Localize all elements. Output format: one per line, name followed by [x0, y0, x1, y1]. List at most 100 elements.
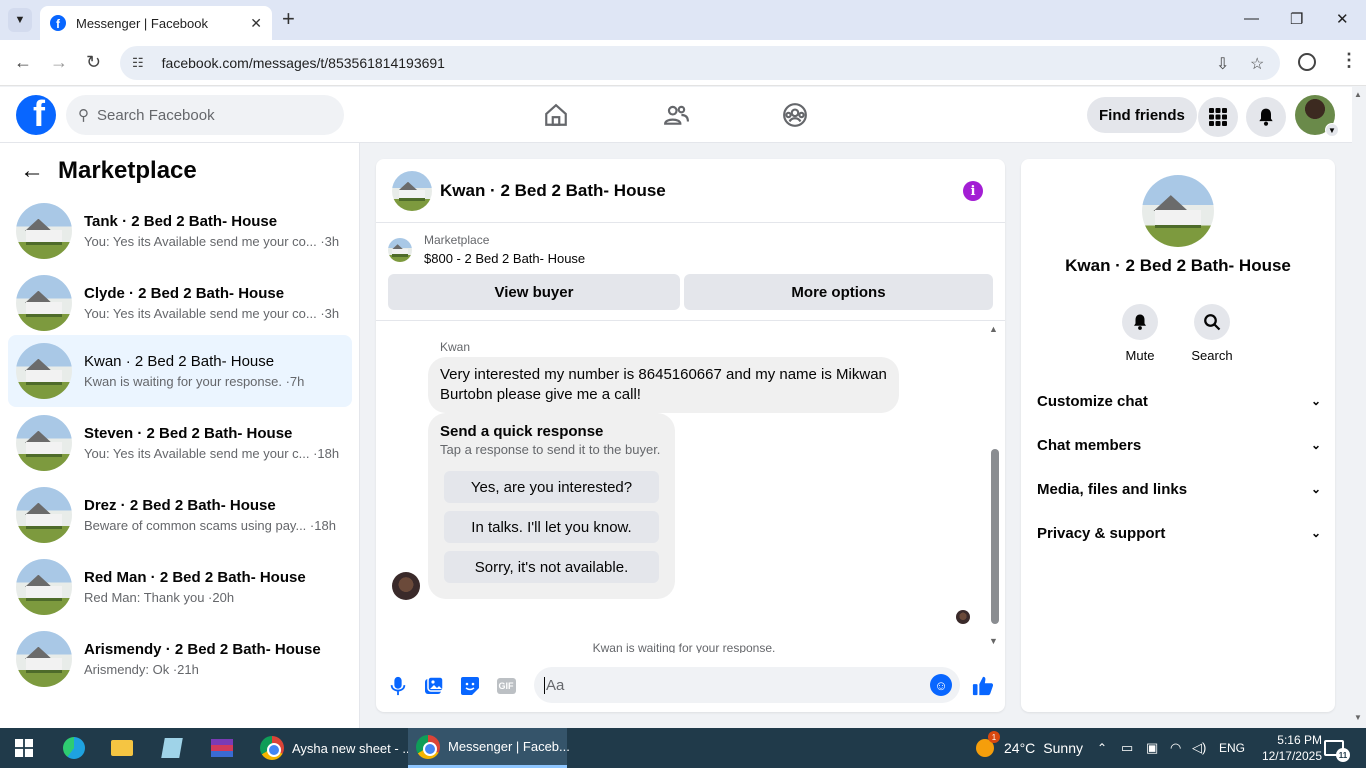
- conversation-item-drez[interactable]: Drez · 2 Bed 2 Bath- House Beware of com…: [8, 479, 352, 551]
- chat-avatar[interactable]: [392, 170, 432, 211]
- tab-close-icon[interactable]: ✕: [250, 15, 262, 32]
- volume-icon[interactable]: ◁): [1192, 728, 1206, 768]
- divider: [376, 320, 1005, 321]
- quick-response-button[interactable]: In talks. I'll let you know.: [444, 511, 659, 543]
- find-friends-button[interactable]: Find friends: [1087, 97, 1197, 133]
- notification-count: 11: [1336, 748, 1350, 762]
- menu-grid-icon[interactable]: [1198, 97, 1238, 137]
- sticker-icon[interactable]: [458, 674, 482, 698]
- taskbar-app-messenger[interactable]: Messenger | Faceb...: [408, 728, 570, 768]
- section-label: Chat members: [1037, 436, 1142, 454]
- quick-response-card: Send a quick response Tap a response to …: [428, 413, 675, 599]
- facebook-logo-icon[interactable]: f: [16, 95, 56, 135]
- winrar-icon[interactable]: [210, 736, 234, 760]
- edge-browser-icon[interactable]: [62, 736, 86, 760]
- chat-title[interactable]: Kwan · 2 Bed 2 Bath- House: [440, 181, 666, 201]
- minimize-icon[interactable]: —: [1244, 10, 1259, 27]
- address-bar-row: ← → ↻ ☷ facebook.com/messages/t/85356181…: [0, 40, 1366, 86]
- forward-icon[interactable]: →: [50, 52, 68, 73]
- listing-thumbnail: [16, 559, 72, 615]
- conversation-item-clyde[interactable]: Clyde · 2 Bed 2 Bath- House You: Yes its…: [8, 267, 352, 339]
- battery-icon[interactable]: ▭: [1121, 728, 1133, 768]
- star-icon[interactable]: ☆: [1250, 54, 1264, 74]
- close-window-icon[interactable]: ✕: [1336, 10, 1349, 28]
- quick-response-button[interactable]: Sorry, it's not available.: [444, 551, 659, 583]
- notepad-icon[interactable]: [160, 736, 184, 760]
- taskbar-app-sheets[interactable]: Aysha new sheet - ...: [252, 728, 413, 768]
- message-input[interactable]: [544, 676, 914, 694]
- url-text[interactable]: facebook.com/messages/t/853561814193691: [162, 55, 445, 71]
- page-scroll-down-icon[interactable]: ▼: [1354, 713, 1362, 722]
- chat-scrollbar[interactable]: [991, 449, 999, 624]
- facebook-search[interactable]: ⚲: [66, 95, 344, 135]
- privacy-support-section[interactable]: Privacy & support ⌄: [1037, 521, 1321, 545]
- conversation-item-red-man[interactable]: Red Man · 2 Bed 2 Bath- House Red Man: T…: [8, 551, 352, 623]
- conversation-name: Tank · 2 Bed 2 Bath- House: [84, 213, 278, 230]
- file-explorer-icon[interactable]: [110, 736, 134, 760]
- browser-tab-strip: ▼ f Messenger | Facebook ✕ + — ❐ ✕: [0, 0, 1366, 40]
- gif-icon[interactable]: GIF: [494, 674, 518, 698]
- wifi-icon[interactable]: ◠: [1170, 728, 1181, 768]
- quick-response-button[interactable]: Yes, are you interested?: [444, 471, 659, 503]
- media-files-links-section[interactable]: Media, files and links ⌄: [1037, 477, 1321, 501]
- conversation-preview: You: Yes its Available send me your co..…: [84, 306, 340, 321]
- chat-scroll-up-icon[interactable]: ▲: [989, 324, 998, 334]
- gif-label: GIF: [496, 678, 516, 694]
- conversation-item-kwan[interactable]: Kwan · 2 Bed 2 Bath- House Kwan is waiti…: [8, 335, 352, 407]
- view-buyer-button[interactable]: View buyer: [388, 274, 680, 310]
- account-avatar[interactable]: ▼: [1295, 95, 1339, 137]
- customize-chat-section[interactable]: Customize chat ⌄: [1037, 389, 1321, 413]
- device-icon[interactable]: ▣: [1146, 728, 1158, 768]
- more-options-button[interactable]: More options: [684, 274, 993, 310]
- reload-icon[interactable]: ↻: [86, 52, 101, 73]
- menu-icon[interactable]: ⋮: [1340, 50, 1358, 71]
- conversation-item-arismendy[interactable]: Arismendy · 2 Bed 2 Bath- House Arismend…: [8, 623, 352, 695]
- language-indicator[interactable]: ENG: [1219, 728, 1245, 768]
- seen-indicator-avatar: [956, 610, 970, 624]
- message-input-wrapper[interactable]: ☺: [534, 667, 960, 703]
- conversation-name: Steven · 2 Bed 2 Bath- House: [84, 425, 293, 442]
- back-arrow-icon[interactable]: ←: [20, 157, 44, 185]
- facebook-search-input[interactable]: [97, 106, 317, 124]
- search-action[interactable]: Search: [1182, 304, 1242, 363]
- friends-icon[interactable]: [660, 99, 692, 131]
- listing-summary[interactable]: Marketplace $800 - 2 Bed 2 Bath- House: [388, 233, 585, 266]
- browser-tab[interactable]: f Messenger | Facebook ✕: [40, 6, 272, 40]
- chat-panel: Kwan · 2 Bed 2 Bath- House i Marketplace…: [376, 159, 1005, 712]
- system-clock[interactable]: 5:16 PM 12/17/2025: [1258, 732, 1322, 764]
- sender-avatar[interactable]: [392, 572, 420, 600]
- notifications-bell-icon[interactable]: [1246, 97, 1286, 137]
- windows-start-icon[interactable]: [12, 736, 36, 760]
- weather-widget[interactable]: 1 24°C Sunny: [976, 728, 1083, 768]
- info-icon[interactable]: i: [963, 181, 983, 201]
- tray-chevron-up-icon[interactable]: ⌃: [1097, 728, 1107, 768]
- microphone-icon[interactable]: [386, 674, 410, 698]
- photo-icon[interactable]: [422, 674, 446, 698]
- like-thumbs-up-icon[interactable]: [971, 674, 995, 698]
- profile-icon[interactable]: [1298, 53, 1316, 71]
- maximize-icon[interactable]: ❐: [1290, 10, 1303, 28]
- listing-thumbnail: [16, 343, 72, 399]
- weather-text: Sunny: [1043, 740, 1083, 756]
- message-bubble[interactable]: Very interested my number is 8645160667 …: [428, 357, 899, 413]
- conversation-item-steven[interactable]: Steven · 2 Bed 2 Bath- House You: Yes it…: [8, 407, 352, 479]
- tab-list-icon[interactable]: ▼: [8, 8, 32, 32]
- groups-icon[interactable]: [779, 99, 811, 131]
- sun-icon: 1: [976, 731, 1000, 757]
- back-icon[interactable]: ←: [14, 52, 32, 73]
- notification-center-icon[interactable]: 11: [1324, 728, 1350, 768]
- conversation-item-tank[interactable]: Tank · 2 Bed 2 Bath- House You: Yes its …: [8, 195, 352, 267]
- omnibox[interactable]: ☷ facebook.com/messages/t/85356181419369…: [120, 46, 1280, 80]
- chrome-icon: [416, 734, 440, 759]
- chat-members-section[interactable]: Chat members ⌄: [1037, 433, 1321, 457]
- emoji-icon[interactable]: ☺: [930, 674, 952, 696]
- new-tab-button[interactable]: +: [282, 8, 295, 30]
- search-icon[interactable]: [1194, 304, 1230, 340]
- page-scroll-up-icon[interactable]: ▲: [1354, 90, 1362, 99]
- home-icon[interactable]: [540, 99, 572, 131]
- site-info-icon[interactable]: ☷: [132, 55, 144, 71]
- chat-scroll-down-icon[interactable]: ▼: [989, 636, 998, 646]
- mute-action[interactable]: Mute: [1110, 304, 1170, 363]
- install-icon[interactable]: ⇩: [1216, 54, 1229, 74]
- bell-icon[interactable]: [1122, 304, 1158, 340]
